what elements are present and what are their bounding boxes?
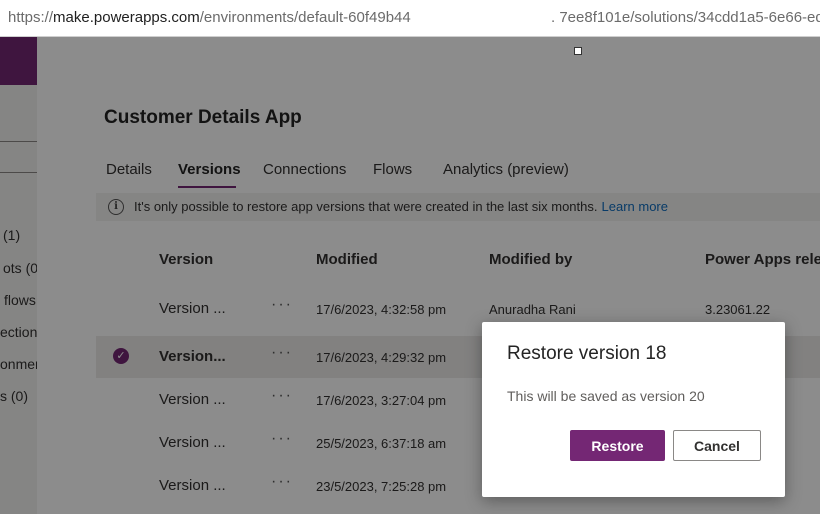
resize-handle[interactable] bbox=[574, 47, 582, 55]
url-domain: make.powerapps.com bbox=[53, 9, 200, 26]
restore-button[interactable]: Restore bbox=[570, 430, 665, 461]
url-path: /environments/default-60f49b44 bbox=[199, 9, 411, 26]
cancel-button[interactable]: Cancel bbox=[673, 430, 761, 461]
dialog-message: This will be saved as version 20 bbox=[507, 388, 705, 404]
url-tail: . 7ee8f101e/solutions/34cdd1a5-6e66-ed bbox=[551, 9, 820, 26]
address-bar[interactable]: https://make.powerapps.com/environments/… bbox=[0, 0, 820, 37]
url-text: https://make.powerapps.com/environments/… bbox=[8, 9, 411, 26]
dialog-title: Restore version 18 bbox=[507, 343, 667, 364]
restore-version-dialog: Restore version 18 This will be saved as… bbox=[482, 322, 785, 497]
url-scheme: https:// bbox=[8, 9, 54, 26]
